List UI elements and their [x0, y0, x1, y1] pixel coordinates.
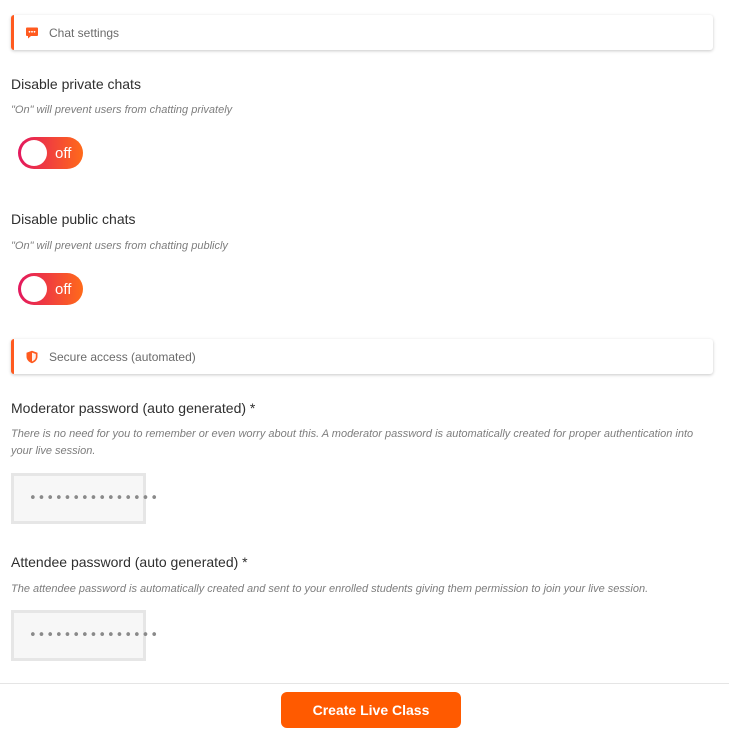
private-chats-label: Disable private chats	[11, 76, 141, 92]
chat-bubble-icon	[25, 26, 39, 40]
private-chats-hint: "On" will prevent users from chatting pr…	[11, 104, 233, 116]
shield-icon	[25, 350, 39, 364]
chat-settings-header: Chat settings	[11, 15, 713, 50]
moderator-password-hint: There is no need for you to remember or …	[11, 428, 694, 457]
create-live-class-button[interactable]: Create Live Class	[281, 692, 461, 728]
section-title: Secure access (automated)	[49, 349, 196, 364]
public-chats-label: Disable public chats	[11, 211, 136, 227]
attendee-password-hint: The attendee password is automatically c…	[11, 583, 649, 595]
public-chats-toggle[interactable]: off	[18, 273, 83, 305]
secure-access-header: Secure access (automated)	[11, 339, 713, 374]
section-title: Chat settings	[49, 25, 120, 40]
moderator-password-field[interactable]: •••••••••••••••	[11, 473, 158, 524]
public-chats-hint: "On" will prevent users from chatting pu…	[11, 240, 228, 252]
toggle-state: off	[55, 280, 72, 298]
attendee-password-label: Attendee password (auto generated) *	[11, 554, 248, 570]
toggle-knob	[21, 140, 47, 166]
toggle-knob	[21, 276, 47, 302]
moderator-password-label: Moderator password (auto generated) *	[11, 400, 256, 416]
attendee-password-field[interactable]: •••••••••••••••	[11, 610, 158, 661]
toggle-state: off	[55, 144, 72, 162]
private-chats-toggle[interactable]: off	[18, 137, 83, 169]
